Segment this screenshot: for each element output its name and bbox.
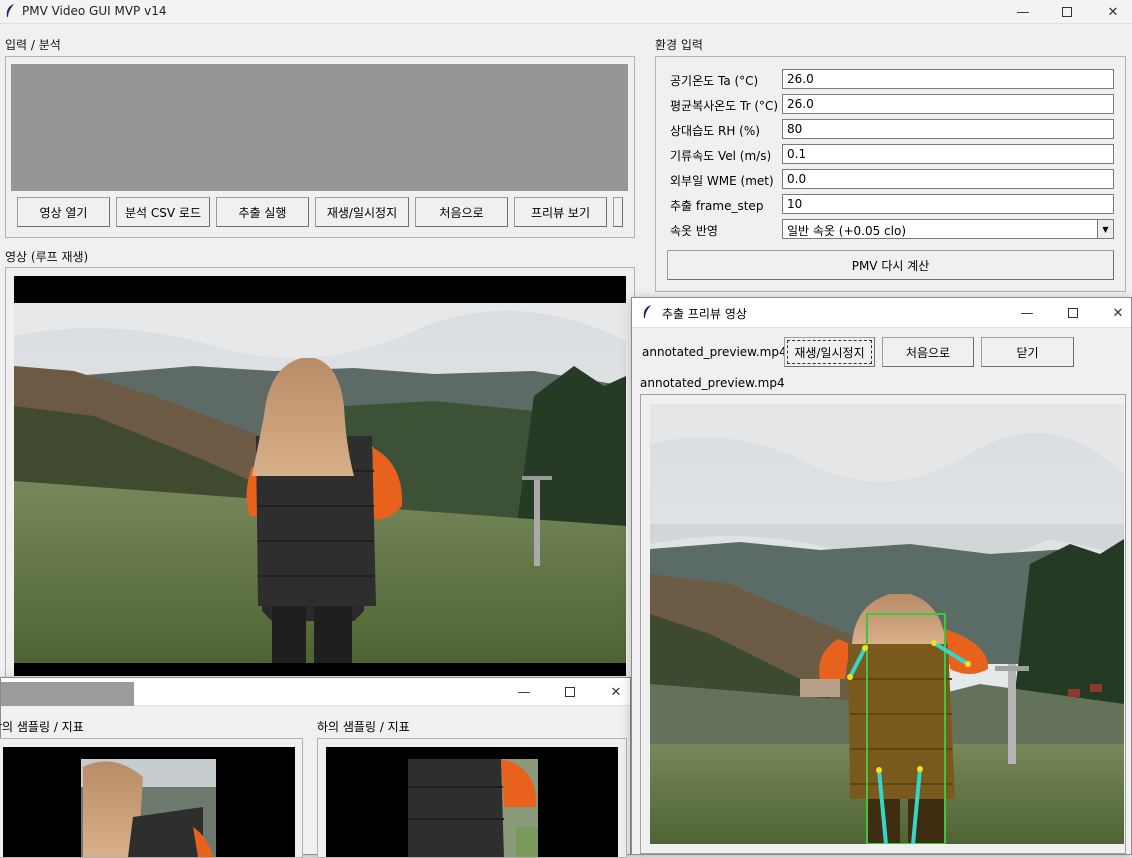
preview-restart-button[interactable]: 처음으로 [882,337,974,367]
lower-sampling-image [326,747,618,857]
preview-window-titlebar: 추출 프리뷰 영상 — ✕ [632,298,1131,328]
overflow-button[interactable] [613,197,623,227]
video-section-label: 영상 (루프 재생) [5,250,89,264]
field-air-velocity: 기류속도 Vel (m/s) [670,144,1115,164]
window-title: PMV Video GUI MVP v14 [22,4,167,18]
preview-close-dialog-button[interactable]: 닫기 [981,337,1074,367]
maximize-icon [1062,7,1072,17]
external-work-input[interactable] [782,169,1114,189]
dropdown-arrow-icon[interactable]: ▼ [1097,220,1113,238]
close-window-button[interactable]: ✕ [1090,0,1132,24]
field-external-work: 외부일 WME (met) [670,169,1115,189]
preview-play-pause-button[interactable]: 재생/일시정지 [784,337,875,367]
preview-video-player[interactable] [650,404,1124,844]
frame-step-input[interactable] [782,194,1114,214]
minimize-icon: — [517,684,531,700]
humidity-label: 상대습도 RH (%) [670,124,760,138]
analysis-canvas [11,64,628,191]
field-humidity: 상대습도 RH (%) [670,119,1115,139]
sampling-window: — ✕ 상의 샘플링 / 지표 하의 샘플링 / 지표 [0,677,631,858]
external-work-label: 외부일 WME (met) [670,174,774,188]
preview-window: 추출 프리뷰 영상 — ✕ annotated_preview.mp4 재생/일… [631,297,1132,855]
upper-sampling-label: 상의 샘플링 / 지표 [0,720,84,734]
minimize-button[interactable]: — [1000,0,1046,24]
recalc-pmv-button[interactable]: PMV 다시 계산 [667,250,1114,280]
maximize-icon [1068,308,1078,318]
sampling-window-title-placeholder [1,682,134,706]
maximize-icon [565,687,575,697]
air-temp-label: 공기온도 Ta (°C) [670,74,759,88]
humidity-input[interactable] [782,119,1114,139]
close-icon: ✕ [610,684,622,700]
env-section-label: 환경 입력 [655,38,703,52]
preview-minimize-button[interactable]: — [1004,298,1050,328]
minimize-icon: — [1016,4,1030,20]
title-bar: PMV Video GUI MVP v14 — ✕ [0,0,1132,24]
frame-step-label: 추출 frame_step [670,199,764,213]
clothing-label: 속옷 반영 [670,224,718,238]
air-velocity-label: 기류속도 Vel (m/s) [670,149,772,163]
preview-filename: annotated_preview.mp4 [642,345,787,359]
sampling-window-titlebar: — ✕ [1,678,630,706]
open-video-button[interactable]: 영상 열기 [17,197,110,227]
close-icon: ✕ [1112,305,1124,321]
input-section-label: 입력 / 분석 [5,38,61,52]
preview-window-title: 추출 프리뷰 영상 [662,307,747,321]
minimize-icon: — [1020,305,1034,321]
air-temp-input[interactable] [782,69,1114,89]
load-csv-button[interactable]: 분석 CSV 로드 [116,197,210,227]
close-icon: ✕ [1107,4,1119,20]
play-pause-button[interactable]: 재생/일시정지 [315,197,409,227]
preview-close-button[interactable]: ✕ [1095,298,1132,328]
field-frame-step: 추출 frame_step [670,194,1115,214]
radiant-temp-input[interactable] [782,94,1114,114]
radiant-temp-label: 평균복사온도 Tr (°C) [670,99,779,113]
preview-maximize-button[interactable] [1050,298,1096,328]
preview-button[interactable]: 프리뷰 보기 [514,197,607,227]
field-radiant-temp: 평균복사온도 Tr (°C) [670,94,1115,114]
maximize-button[interactable] [1044,0,1090,24]
video-player[interactable] [14,276,626,676]
field-clothing: 속옷 반영 일반 속옷 (+0.05 clo) ▼ [670,219,1115,239]
feather-icon [641,304,653,320]
air-velocity-input[interactable] [782,144,1114,164]
lower-sampling-label: 하의 샘플링 / 지표 [317,720,410,734]
upper-sampling-image [3,747,295,857]
video-frame-image [14,276,626,676]
sampling-maximize-button[interactable] [547,678,593,706]
clothing-select-value: 일반 속옷 (+0.05 clo) [787,224,907,238]
restart-button[interactable]: 처음으로 [415,197,508,227]
field-air-temp: 공기온도 Ta (°C) [670,69,1115,89]
sampling-minimize-button[interactable]: — [501,678,547,706]
annotated-preview-image [650,404,1124,844]
feather-icon [4,3,18,19]
preview-path-label: annotated_preview.mp4 [640,376,785,390]
run-extract-button[interactable]: 추출 실행 [216,197,309,227]
clothing-select[interactable]: 일반 속옷 (+0.05 clo) ▼ [782,219,1114,239]
